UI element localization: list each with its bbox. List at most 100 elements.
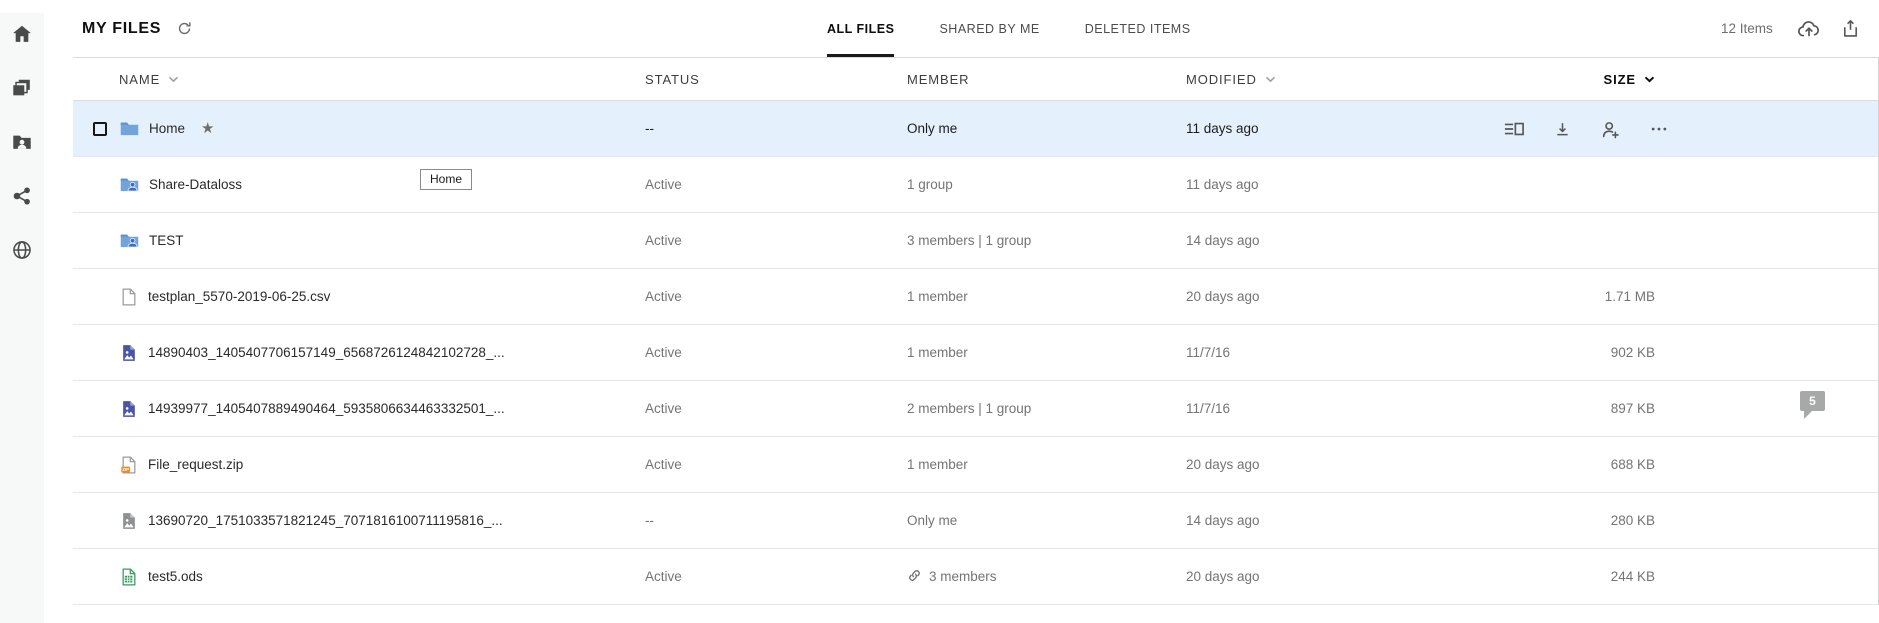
row-actions <box>1503 101 1669 157</box>
modified-cell: 14 days ago <box>1186 233 1440 248</box>
status-cell: Active <box>645 345 907 360</box>
comment-count-badge[interactable]: 5 <box>1800 391 1825 411</box>
tab-shared-by-me[interactable]: SHARED BY ME <box>939 0 1039 57</box>
modified-cell: 14 days ago <box>1186 513 1440 528</box>
name-cell: TEST <box>119 230 645 251</box>
table-row[interactable]: testplan_5570-2019-06-25.csv Active 1 me… <box>73 269 1878 325</box>
name-cell: Share-Dataloss <box>119 174 645 195</box>
member-text[interactable]: 3 members <box>929 569 997 584</box>
modified-cell: 11 days ago <box>1186 121 1440 136</box>
header-actions: 12 Items <box>1721 0 1879 57</box>
items-count: 12 Items <box>1721 21 1773 36</box>
table-row[interactable]: 13690720_1751033571821245_70718161007111… <box>73 493 1878 549</box>
member-text[interactable]: 1 member <box>907 457 968 472</box>
refresh-icon[interactable] <box>176 20 193 37</box>
member-cell: 1 member <box>907 457 1186 472</box>
main-content: MY FILES ALL FILES SHARED BY ME DELETED … <box>44 0 1879 623</box>
modified-cell: 11/7/16 <box>1186 345 1440 360</box>
name-cell: test5.ods <box>119 567 645 587</box>
table-row[interactable]: 14939977_1405407889490464_59358066344633… <box>73 381 1878 437</box>
spreadsheet-file-icon <box>119 567 139 587</box>
row-checkbox[interactable] <box>93 122 107 136</box>
member-text[interactable]: Only me <box>907 513 957 528</box>
favorite-star-icon[interactable]: ★ <box>201 121 214 136</box>
shared-by-me-icon[interactable] <box>11 185 33 207</box>
column-header-size[interactable]: SIZE <box>1440 72 1655 87</box>
link-icon <box>907 568 922 586</box>
member-text[interactable]: 3 members | 1 group <box>907 233 1031 248</box>
share-user-icon[interactable] <box>1600 119 1621 140</box>
table-body: Home ★ -- Only me 11 days ago <box>73 101 1878 605</box>
net-folders-icon[interactable] <box>11 239 33 261</box>
status-cell: Active <box>645 569 907 584</box>
file-name[interactable]: Home <box>149 121 185 136</box>
svg-text:ZIP: ZIP <box>122 467 129 472</box>
size-cell: 244 KB <box>1440 569 1655 584</box>
status-cell: -- <box>645 121 907 136</box>
files-table: NAME STATUS MEMBER MODIFIED SIZE <box>73 57 1879 605</box>
member-cell: 2 members | 1 group <box>907 401 1186 416</box>
table-row[interactable]: Home ★ -- Only me 11 days ago <box>73 101 1878 157</box>
tab-all-files[interactable]: ALL FILES <box>827 0 894 57</box>
table-row[interactable]: test5.ods Active 3 members 20 days ago 2… <box>73 549 1878 605</box>
member-text[interactable]: 1 member <box>907 345 968 360</box>
member-text[interactable]: Only me <box>907 121 957 136</box>
modified-cell: 20 days ago <box>1186 457 1440 472</box>
table-row[interactable]: Share-Dataloss Active 1 group 11 days ag… <box>73 157 1878 213</box>
size-cell: 688 KB <box>1440 457 1655 472</box>
member-text[interactable]: 1 group <box>907 177 953 192</box>
table-header-row: NAME STATUS MEMBER MODIFIED SIZE <box>73 58 1878 101</box>
member-cell: 3 members <box>907 568 1186 586</box>
tab-deleted-items[interactable]: DELETED ITEMS <box>1085 0 1191 57</box>
size-cell: 902 KB <box>1440 345 1655 360</box>
cloud-sync-icon[interactable] <box>1797 17 1821 41</box>
modified-cell: 11 days ago <box>1186 177 1440 192</box>
file-name[interactable]: test5.ods <box>148 569 203 584</box>
image-file-icon <box>119 343 139 363</box>
modified-cell: 11/7/16 <box>1186 401 1440 416</box>
member-cell: 1 member <box>907 345 1186 360</box>
more-options-icon[interactable] <box>1649 119 1669 139</box>
name-cell: 14939977_1405407889490464_59358066344633… <box>119 399 645 419</box>
member-cell: 1 group <box>907 177 1186 192</box>
file-name[interactable]: 14890403_1405407706157149_65687261248421… <box>148 345 505 360</box>
file-name[interactable]: Share-Dataloss <box>149 177 242 192</box>
name-cell: 13690720_1751033571821245_70718161007111… <box>119 511 645 531</box>
member-text[interactable]: 1 member <box>907 289 968 304</box>
status-cell: Active <box>645 401 907 416</box>
file-name[interactable]: 14939977_1405407889490464_59358066344633… <box>148 401 505 416</box>
chevron-down-icon <box>168 76 179 83</box>
file-name[interactable]: 13690720_1751033571821245_70718161007111… <box>148 513 503 528</box>
name-cell: Home ★ <box>119 118 645 139</box>
column-header-name[interactable]: NAME <box>119 72 645 87</box>
chevron-down-icon <box>1644 76 1655 83</box>
sidebar-top-cover <box>0 0 44 13</box>
column-header-member[interactable]: MEMBER <box>907 72 1186 87</box>
shared-folder-icon <box>119 230 140 251</box>
details-view-icon[interactable] <box>1503 119 1525 139</box>
shared-folder-icon <box>119 174 140 195</box>
home-icon[interactable] <box>11 23 33 45</box>
export-icon[interactable] <box>1840 18 1861 39</box>
download-icon[interactable] <box>1553 120 1572 139</box>
shared-with-me-icon[interactable] <box>11 131 33 153</box>
column-header-status[interactable]: STATUS <box>645 72 907 87</box>
folder-icon <box>119 118 140 139</box>
file-name[interactable]: File_request.zip <box>148 457 243 472</box>
status-cell: Active <box>645 177 907 192</box>
file-name[interactable]: TEST <box>149 233 184 248</box>
table-row[interactable]: 14890403_1405407706157149_65687261248421… <box>73 325 1878 381</box>
table-row[interactable]: TEST Active 3 members | 1 group 14 days … <box>73 213 1878 269</box>
member-text[interactable]: 2 members | 1 group <box>907 401 1031 416</box>
column-header-modified[interactable]: MODIFIED <box>1186 72 1440 87</box>
file-name[interactable]: testplan_5570-2019-06-25.csv <box>148 289 330 304</box>
image-file-icon <box>119 399 139 419</box>
page-title: MY FILES <box>82 20 161 38</box>
table-row[interactable]: ZIP File_request.zip Active 1 member 20 … <box>73 437 1878 493</box>
modified-cell: 20 days ago <box>1186 289 1440 304</box>
zip-file-icon: ZIP <box>119 455 139 475</box>
name-cell: ZIP File_request.zip <box>119 455 645 475</box>
status-cell: -- <box>645 513 907 528</box>
modified-cell: 20 days ago <box>1186 569 1440 584</box>
my-files-icon[interactable] <box>11 77 33 99</box>
